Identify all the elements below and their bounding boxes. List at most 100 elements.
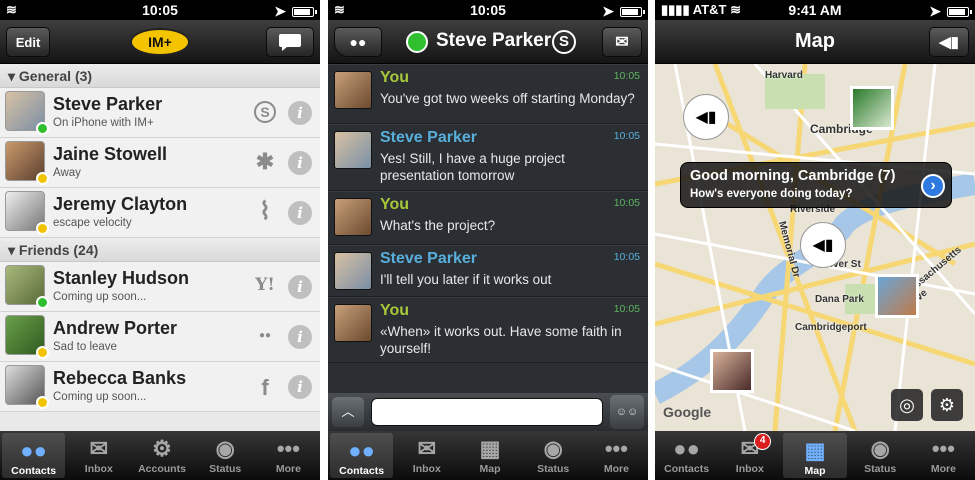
map-label: Harvard xyxy=(765,70,803,81)
status-bar: ≋ 10:05 ➤ xyxy=(328,0,648,20)
mail-close-icon: ✉ xyxy=(615,34,629,51)
message-sender: You xyxy=(380,196,410,213)
contacts-back-button[interactable]: ●● xyxy=(334,27,382,57)
skype-icon: S xyxy=(254,101,276,123)
tab-label: Inbox xyxy=(412,463,441,475)
megaphone-icon: ◀▮ xyxy=(812,237,834,254)
icq-flower-icon: ✱ xyxy=(255,149,275,174)
tab-contacts[interactable]: ●● Contacts xyxy=(2,433,66,478)
section-header-friends[interactable]: ▾ Friends (24) xyxy=(0,238,320,262)
avatar xyxy=(334,304,372,342)
info-button[interactable]: i xyxy=(288,101,312,125)
message-text: I'll tell you later if it works out xyxy=(380,272,552,287)
status-icon: ◉ xyxy=(870,436,890,461)
tab-map[interactable]: ▦ Map xyxy=(783,433,847,478)
tab-label: Status xyxy=(864,463,897,475)
contact-pin-avatar[interactable] xyxy=(710,349,754,393)
status-bar: ▮▮▮▮ AT&T ≋ 9:41 AM ➤ xyxy=(655,0,975,20)
map-label: Dana Park xyxy=(815,294,864,305)
contact-pin-avatar[interactable] xyxy=(850,86,894,130)
status-icon: ◉ xyxy=(215,436,235,461)
map-icon: ▦ xyxy=(804,438,826,463)
tab-label: Status xyxy=(209,463,242,475)
tab-label: Map xyxy=(804,465,826,477)
callout-detail-button[interactable]: › xyxy=(921,174,945,198)
tab-contacts[interactable]: ●● Contacts xyxy=(655,431,718,480)
tab-inbox[interactable]: ✉ Inbox xyxy=(395,431,458,480)
edit-button[interactable]: Edit xyxy=(6,27,50,57)
tab-bar: ●● Contacts ✉ 4 Inbox ▦ Map ◉ Status ••• More xyxy=(655,431,975,480)
message-text: Yes! Still, I have a huge project presen… xyxy=(380,151,565,183)
tab-map[interactable]: ▦ Map xyxy=(458,431,521,480)
tab-status[interactable]: ◉ Status xyxy=(194,431,257,480)
map-screen: ▮▮▮▮ AT&T ≋ 9:41 AM ➤ Map ◀▮ Harvard Cam… xyxy=(655,0,975,480)
contact-row[interactable]: Rebecca Banks Coming up soon... f i xyxy=(0,362,320,412)
contacts-icon: ●● xyxy=(348,438,375,463)
map-settings-button[interactable]: ⚙ xyxy=(931,389,963,421)
chevron-right-icon: › xyxy=(930,177,936,194)
map-view[interactable]: Harvard Cambridge Riverside Memorial Dr … xyxy=(655,64,975,431)
message-composer: ︿ ☺☺ xyxy=(328,393,648,431)
nav-bar: Edit IM+ xyxy=(0,20,320,64)
info-button[interactable]: i xyxy=(288,275,312,299)
inbox-icon: ✉ xyxy=(417,436,437,461)
tab-more[interactable]: ••• More xyxy=(257,431,320,480)
message-item: You 10:05 What's the project? xyxy=(328,191,648,245)
contacts-icon: ●● xyxy=(20,438,47,463)
contact-pin-avatar[interactable] xyxy=(875,274,919,318)
location-icon: ➤ xyxy=(602,3,614,19)
message-time: 10:05 xyxy=(613,130,640,142)
tab-status[interactable]: ◉ Status xyxy=(522,431,585,480)
gear-icon: ⚙ xyxy=(938,395,956,415)
tab-contacts[interactable]: ●● Contacts xyxy=(330,433,394,478)
contact-row[interactable]: Jaine Stowell Away ✱ i xyxy=(0,138,320,188)
battery-icon xyxy=(947,6,972,17)
message-time: 10:05 xyxy=(613,197,640,209)
message-sender: You xyxy=(380,302,410,319)
tab-label: Status xyxy=(537,463,570,475)
megaphone-icon: ◀▮ xyxy=(695,109,717,126)
info-button[interactable]: i xyxy=(288,375,312,399)
contact-row[interactable]: Stanley Hudson Coming up soon... Y! i xyxy=(0,262,320,312)
accounts-icon: ⚙ xyxy=(152,436,172,461)
contact-status: Coming up soon... xyxy=(53,291,147,303)
status-time: 9:41 AM xyxy=(788,2,842,18)
google-logo: Google xyxy=(663,404,712,420)
avatar xyxy=(334,252,372,290)
chat-title: Steve Parker xyxy=(436,30,552,51)
section-header-general[interactable]: ▾ General (3) xyxy=(0,64,320,88)
message-input[interactable] xyxy=(371,398,603,426)
collapse-triangle-icon: ▾ xyxy=(8,242,19,258)
status-time: 10:05 xyxy=(142,2,178,18)
tab-status[interactable]: ◉ Status xyxy=(849,431,912,480)
broadcast-button[interactable]: ◀▮ xyxy=(929,27,969,57)
presence-online-icon xyxy=(406,31,428,53)
tab-more[interactable]: ••• More xyxy=(912,431,975,480)
close-chat-button[interactable]: ✉ xyxy=(602,27,642,57)
tab-inbox[interactable]: ✉ 4 Inbox xyxy=(718,431,781,480)
info-button[interactable]: i xyxy=(288,201,312,225)
tab-more[interactable]: ••• More xyxy=(585,431,648,480)
info-button[interactable]: i xyxy=(288,151,312,175)
emoticons-button[interactable]: ☺☺ xyxy=(610,395,644,429)
contact-row[interactable]: Andrew Porter Sad to leave ●● i xyxy=(0,312,320,362)
tab-label: Accounts xyxy=(138,463,186,475)
expand-button[interactable]: ︿ xyxy=(332,397,364,427)
tab-label: More xyxy=(930,463,956,475)
contact-status: On iPhone with IM+ xyxy=(53,117,154,129)
presence-away-icon xyxy=(36,172,49,185)
broadcast-pin[interactable]: ◀▮ xyxy=(800,222,846,268)
info-button[interactable]: i xyxy=(288,325,312,349)
map-callout[interactable]: Good morning, Cambridge (7) How's everyo… xyxy=(680,162,952,208)
locate-me-button[interactable]: ◎ xyxy=(891,389,923,421)
chat-bubble-icon xyxy=(279,34,301,51)
tab-accounts[interactable]: ⚙ Accounts xyxy=(130,431,193,480)
message-time: 10:05 xyxy=(613,303,640,315)
map-icon: ▦ xyxy=(479,436,501,461)
contact-status: Sad to leave xyxy=(53,341,117,353)
contact-row[interactable]: Steve Parker On iPhone with IM+ S i xyxy=(0,88,320,138)
contact-row[interactable]: Jeremy Clayton escape velocity ⌇ i xyxy=(0,188,320,238)
broadcast-pin[interactable]: ◀▮ xyxy=(683,94,729,140)
chat-bubble-button[interactable] xyxy=(266,27,314,57)
tab-inbox[interactable]: ✉ Inbox xyxy=(67,431,130,480)
